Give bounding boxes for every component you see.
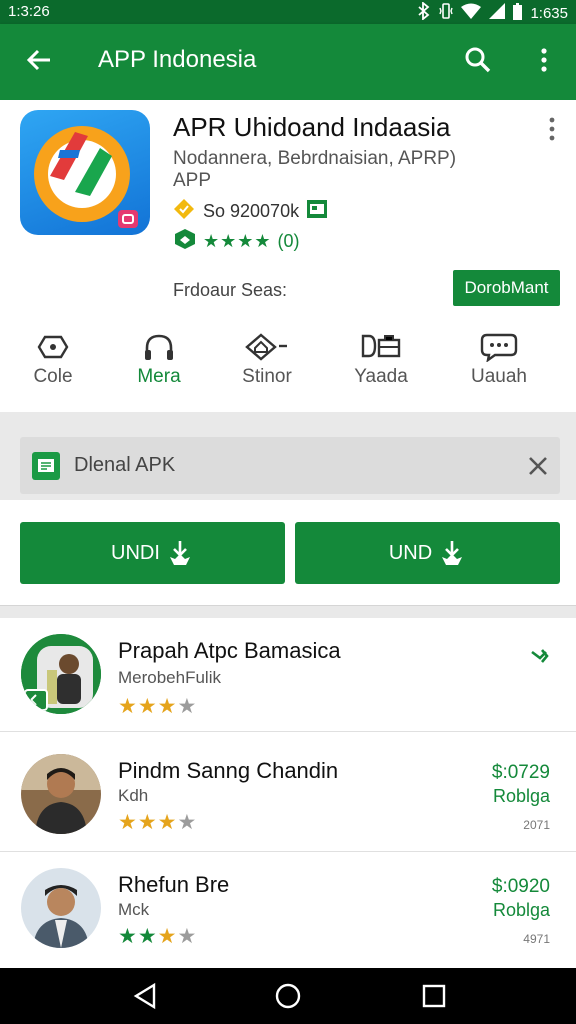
install-button-right[interactable]: UND <box>295 522 560 584</box>
list-item-stars: ★★★★ <box>118 925 198 948</box>
editor-choice-icon <box>173 228 197 255</box>
features-label: Frdoaur Seas: <box>173 280 288 300</box>
message-icon <box>32 452 60 480</box>
category-yaada[interactable]: Yaada <box>336 332 426 388</box>
download-hand-icon <box>442 541 463 565</box>
home-circle-icon[interactable] <box>274 982 302 1010</box>
system-nav-bar <box>0 968 576 1024</box>
app-category: APP <box>173 170 212 191</box>
more-vert-icon[interactable] <box>528 42 560 78</box>
home-diamond-icon <box>245 333 287 361</box>
list-item-sub: Kdh <box>118 786 149 805</box>
list-item-tag: Roblga <box>492 786 550 806</box>
install-button-left[interactable]: UNDI <box>20 522 285 584</box>
status-bar: 1:3:26 1:635 <box>0 0 576 24</box>
list-item[interactable]: Rhefun Bre Mck ★★★★ $:0920 Roblga 4971 <box>0 852 576 966</box>
back-triangle-icon[interactable] <box>132 982 160 1010</box>
list-item-tag: Roblga <box>492 900 550 920</box>
info-card-icon <box>307 200 328 223</box>
category-mera[interactable]: Mera <box>114 332 204 388</box>
list-item-name: Prapah Atpc Bamasica <box>118 638 341 663</box>
apk-notice[interactable]: Dlenal APK <box>20 437 560 494</box>
app-bar-title: APP Indonesia <box>98 46 257 73</box>
recents-square-icon[interactable] <box>420 982 448 1010</box>
close-icon[interactable] <box>526 454 550 478</box>
status-clock-right: 1:635 <box>530 4 568 22</box>
bluetooth-icon <box>417 1 431 24</box>
list-item[interactable]: Pindm Sanng Chandin Kdh ★★★★ $:0729 Robl… <box>0 738 576 852</box>
avatar <box>21 868 101 948</box>
vibrate-icon <box>439 2 454 24</box>
list-item-count: 2071 <box>523 818 550 832</box>
list-item[interactable]: Prapah Atpc Bamasica MerobehFulik ★★★★ <box>0 618 576 732</box>
list-item-name: Rhefun Bre <box>118 872 230 897</box>
app-rating-count: (0) <box>277 231 300 251</box>
list-item-name: Pindm Sanng Chandin <box>118 758 339 783</box>
notice-text: Dlenal APK <box>74 454 176 476</box>
category-stinor[interactable]: Stinor <box>222 332 312 388</box>
battery-icon <box>513 2 523 24</box>
app-bar: APP Indonesia <box>0 24 576 100</box>
app-size: So 920070k <box>203 201 300 221</box>
button-label: UND <box>388 541 433 564</box>
app-title: APR Uhidoand Indaasia <box>173 112 451 142</box>
button-label: UNDI <box>111 541 160 564</box>
search-icon[interactable] <box>460 42 496 78</box>
list-item-price: $:0729 <box>491 762 550 783</box>
verified-badge-icon <box>173 198 195 225</box>
list-item-stars: ★★★★ <box>118 695 198 718</box>
category-label: Cole <box>33 366 73 387</box>
app-developer: Nodannera, Bebrdnaisian, APRP) <box>173 148 457 169</box>
avatar <box>21 634 101 714</box>
wifi-icon <box>461 3 482 23</box>
status-time: 1:3:26 <box>8 3 50 20</box>
category-label: Mera <box>137 366 181 387</box>
briefcase-icon <box>361 334 401 358</box>
chat-bubble-icon <box>480 333 518 362</box>
list-item-sub: MerobehFulik <box>118 668 221 687</box>
app-detail-card: APR Uhidoand Indaasia Nodannera, Bebrdna… <box>0 100 576 412</box>
list-item-count: 4971 <box>523 932 550 946</box>
list-item-price: $:0920 <box>491 876 550 897</box>
arrow-right-icon[interactable] <box>528 646 550 671</box>
back-arrow-icon[interactable] <box>22 42 58 78</box>
download-button[interactable]: DorobMant <box>453 270 560 306</box>
category-label: Uauah <box>471 366 527 387</box>
app-logo-icon <box>20 110 150 235</box>
app-list: Prapah Atpc Bamasica MerobehFulik ★★★★ P… <box>0 618 576 968</box>
list-item-stars: ★★★★ <box>118 811 198 834</box>
app-rating-stars: ★★★★ <box>203 231 272 251</box>
list-item-sub: Mck <box>118 900 150 919</box>
category-cole[interactable]: Cole <box>8 332 98 388</box>
category-label: Stinor <box>242 366 292 387</box>
action-buttons: UNDI UND <box>0 500 576 606</box>
card-more-icon[interactable] <box>540 114 564 144</box>
category-label: Yaada <box>354 366 408 387</box>
headphones-icon <box>145 334 173 360</box>
category-row: Cole Mera Stinor Yaada Uauah <box>0 332 576 392</box>
signal-icon <box>489 3 506 23</box>
category-uauah[interactable]: Uauah <box>454 332 544 388</box>
download-hand-icon <box>169 541 190 565</box>
avatar <box>21 754 101 834</box>
tag-icon <box>37 335 69 359</box>
